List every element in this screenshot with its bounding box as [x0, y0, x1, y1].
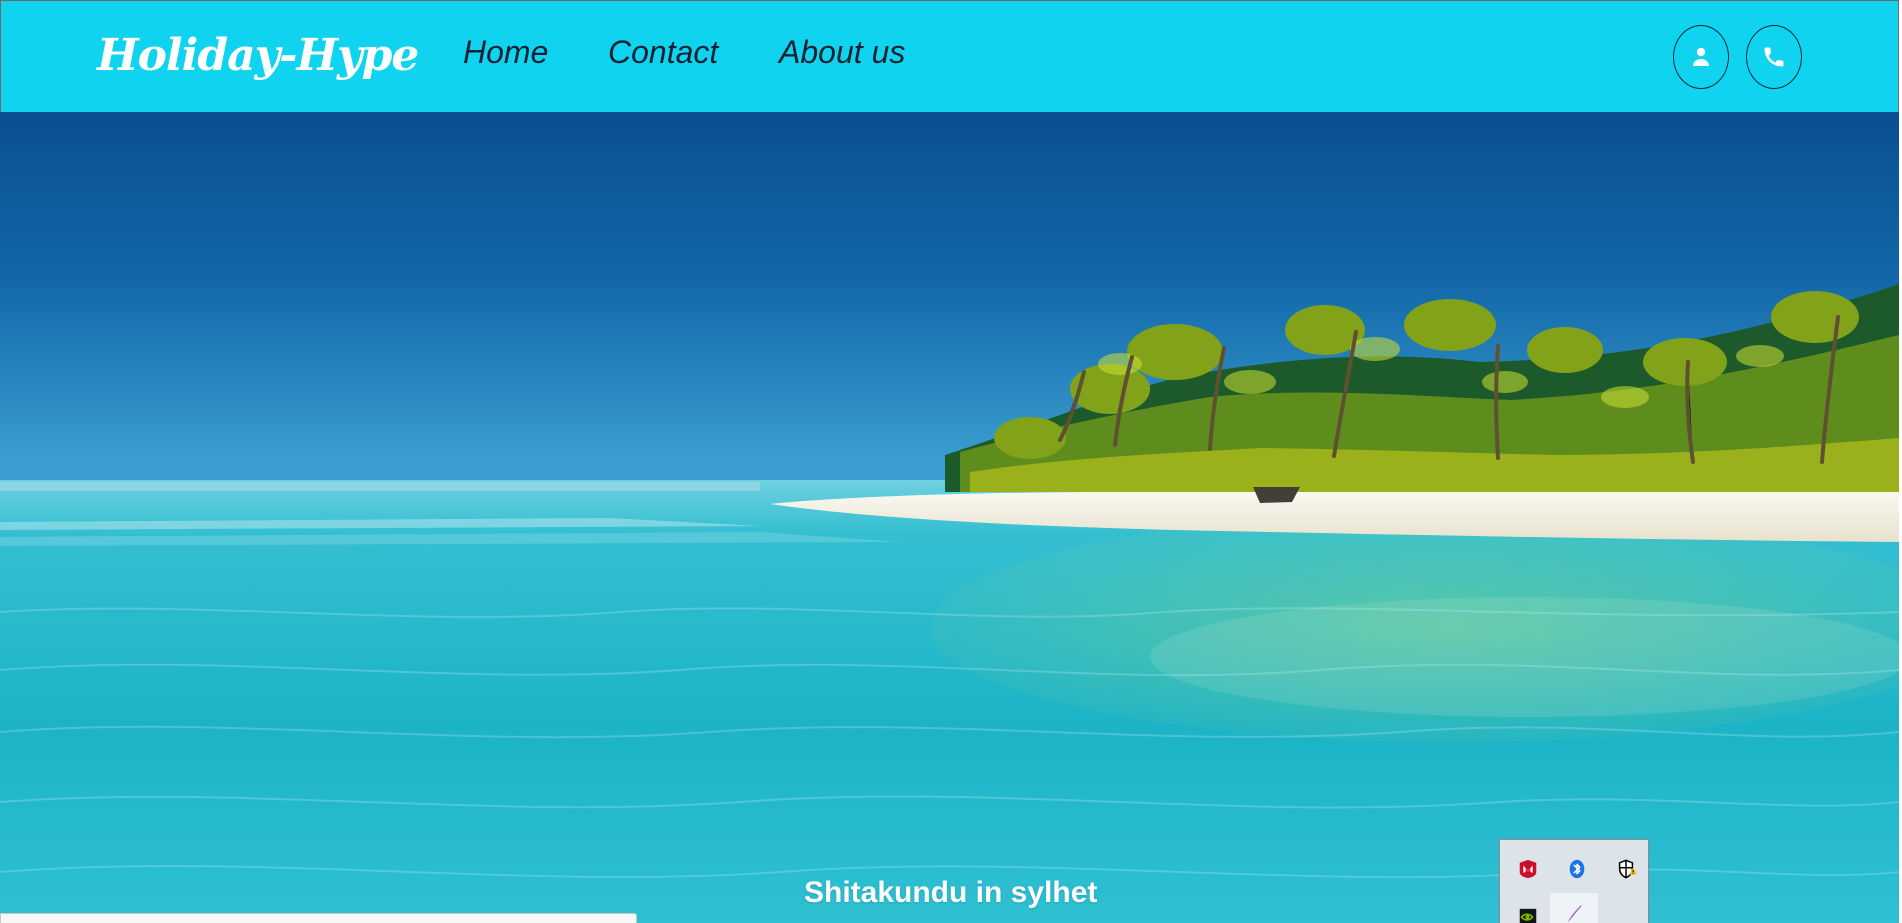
user-button[interactable] — [1673, 25, 1729, 89]
system-tray-overflow — [1499, 839, 1649, 923]
page: Holiday-Hype Home Contact About us Shita… — [0, 0, 1902, 923]
nav-link-home[interactable]: Home — [463, 32, 548, 72]
nav-link-about-us[interactable]: About us — [779, 32, 905, 72]
pen-icon[interactable] — [1550, 893, 1598, 923]
phone-icon — [1764, 47, 1784, 67]
user-icon — [1693, 47, 1709, 66]
site-brand[interactable]: Holiday-Hype — [97, 26, 419, 86]
top-navbar: Holiday-Hype Home Contact About us — [0, 0, 1899, 112]
hero-caption: Shitakundu in sylhet — [804, 876, 1098, 909]
mcafee-icon[interactable] — [1512, 853, 1544, 885]
nvidia-icon[interactable] — [1512, 902, 1544, 923]
browser-status-bar — [0, 913, 637, 923]
security-icon[interactable] — [1610, 853, 1642, 885]
phone-button[interactable] — [1746, 25, 1802, 89]
hero-beach-image — [0, 112, 1899, 923]
bluetooth-icon[interactable] — [1561, 853, 1593, 885]
nav-link-contact[interactable]: Contact — [608, 32, 718, 72]
